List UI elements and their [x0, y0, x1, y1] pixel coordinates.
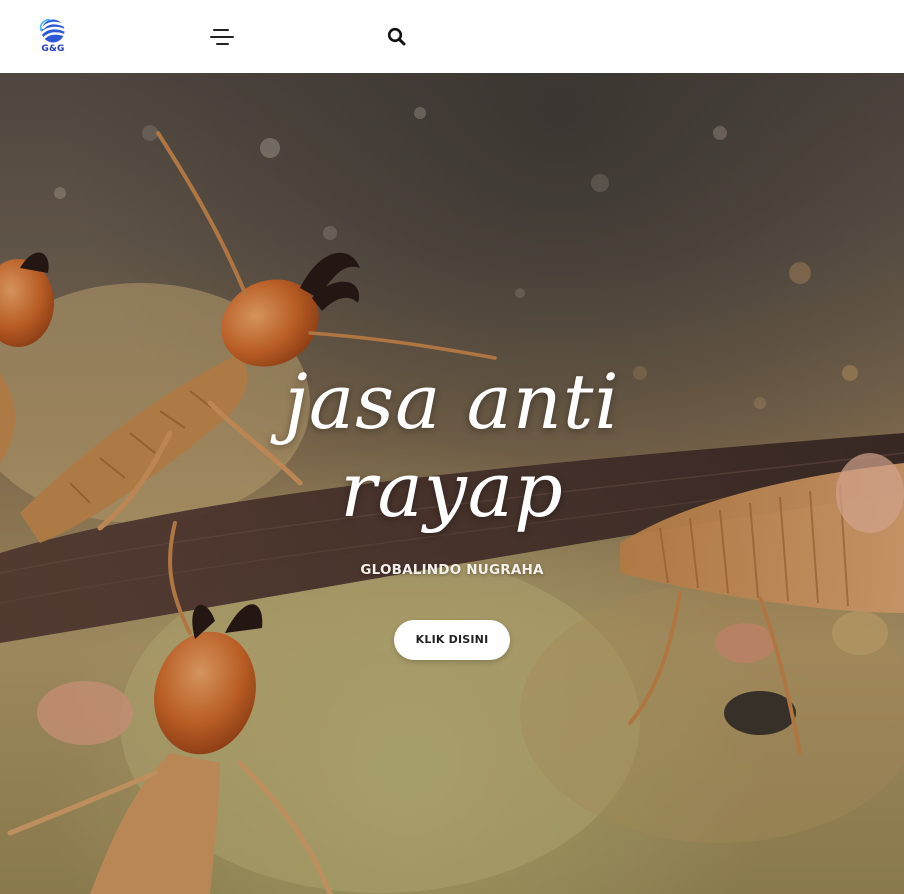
brand-logo[interactable]: G&G [38, 18, 68, 56]
hero-subtitle: GLOBALINDO NUGRAHA [360, 562, 544, 578]
hero-title-line2: rayap [340, 445, 564, 534]
hero-title: jasa anti rayap [242, 358, 662, 534]
hero-content: jasa anti rayap GLOBALINDO NUGRAHA KLIK … [0, 358, 904, 660]
page: G&G jasa anti rayap GLOBALINDO NUGRAHA K… [0, 0, 904, 894]
search-button[interactable] [386, 26, 408, 48]
brand-logo-text: G&G [41, 44, 65, 54]
search-icon [387, 27, 406, 46]
menu-line-top [213, 29, 229, 31]
klik-disini-button[interactable]: KLIK DISINI [394, 620, 510, 660]
globe-logo-icon [39, 19, 66, 43]
menu-line-bottom [216, 43, 229, 45]
hero-section: jasa anti rayap GLOBALINDO NUGRAHA KLIK … [0, 73, 904, 894]
top-navigation-bar: G&G [0, 0, 904, 73]
hero-title-line1: jasa anti [284, 357, 620, 446]
menu-line-middle [210, 36, 234, 38]
hamburger-menu-button[interactable] [206, 26, 238, 48]
